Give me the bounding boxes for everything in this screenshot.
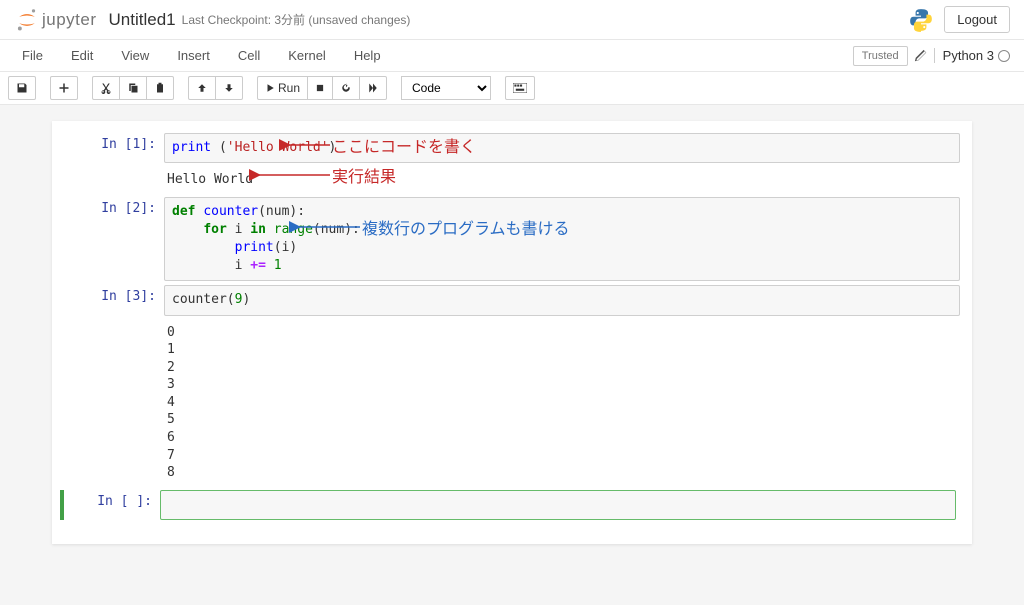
copy-button[interactable] (119, 76, 147, 100)
output-prompt (64, 320, 160, 486)
input-prompt: In [2]: (68, 197, 164, 282)
jupyter-logo-icon (14, 7, 40, 33)
menu-kernel[interactable]: Kernel (274, 42, 340, 69)
python-logo-icon (908, 7, 934, 33)
code-input[interactable]: def counter(num): for i in range(num): p… (164, 197, 960, 282)
run-label: Run (278, 81, 300, 95)
input-prompt: In [3]: (68, 285, 164, 315)
code-cell[interactable]: In [2]:def counter(num): for i in range(… (64, 197, 960, 282)
logout-button[interactable]: Logout (944, 6, 1010, 33)
logo-text: jupyter (42, 10, 97, 30)
checkpoint-text: Last Checkpoint: 3分前 (unsaved changes) (182, 11, 411, 28)
move-down-button[interactable] (215, 76, 243, 100)
input-prompt: In [1]: (68, 133, 164, 163)
output-prompt (64, 167, 160, 193)
jupyter-logo[interactable]: jupyter (14, 7, 97, 33)
code-input[interactable] (160, 490, 956, 520)
kernel-indicator[interactable]: Python 3 (934, 48, 1010, 63)
header: jupyter Untitled1 Last Checkpoint: 3分前 (… (0, 0, 1024, 40)
add-cell-button[interactable] (50, 76, 78, 100)
output-area: Hello World (64, 167, 960, 193)
kernel-status-icon (998, 50, 1010, 62)
code-cell[interactable]: In [3]:counter(9) (64, 285, 960, 315)
restart-run-all-button[interactable] (359, 76, 387, 100)
menu-cell[interactable]: Cell (224, 42, 274, 69)
output-text: Hello World (160, 167, 960, 193)
edit-icon[interactable] (914, 49, 928, 63)
menu-view[interactable]: View (107, 42, 163, 69)
interrupt-button[interactable] (307, 76, 333, 100)
output-text: 0 1 2 3 4 5 6 7 8 (160, 320, 960, 486)
output-area: 0 1 2 3 4 5 6 7 8 (64, 320, 960, 486)
menu-help[interactable]: Help (340, 42, 395, 69)
code-input[interactable]: counter(9) (164, 285, 960, 315)
menu-insert[interactable]: Insert (163, 42, 224, 69)
notebook-background: ここにコードを書く 実行結果 複数行のプログラムも書ける In [1]:prin… (0, 105, 1024, 605)
command-palette-button[interactable] (505, 76, 535, 100)
menu-file[interactable]: File (8, 42, 57, 69)
code-input[interactable]: print ('Hello World') (164, 133, 960, 163)
move-up-button[interactable] (188, 76, 216, 100)
menubar: FileEditViewInsertCellKernelHelp Trusted… (0, 40, 1024, 72)
cut-button[interactable] (92, 76, 120, 100)
save-button[interactable] (8, 76, 36, 100)
notebook-title[interactable]: Untitled1 (109, 10, 176, 30)
celltype-select[interactable]: Code (401, 76, 491, 100)
code-cell[interactable]: In [1]:print ('Hello World') (64, 133, 960, 163)
menu-edit[interactable]: Edit (57, 42, 107, 69)
kernel-name-text: Python 3 (943, 48, 994, 63)
run-button[interactable]: Run (257, 76, 308, 100)
restart-button[interactable] (332, 76, 360, 100)
notebook-container: ここにコードを書く 実行結果 複数行のプログラムも書ける In [1]:prin… (52, 121, 972, 544)
code-cell[interactable]: In [ ]: (64, 490, 960, 520)
input-prompt: In [ ]: (64, 490, 160, 520)
paste-button[interactable] (146, 76, 174, 100)
trusted-indicator[interactable]: Trusted (853, 46, 908, 66)
toolbar: Run Code (0, 72, 1024, 105)
